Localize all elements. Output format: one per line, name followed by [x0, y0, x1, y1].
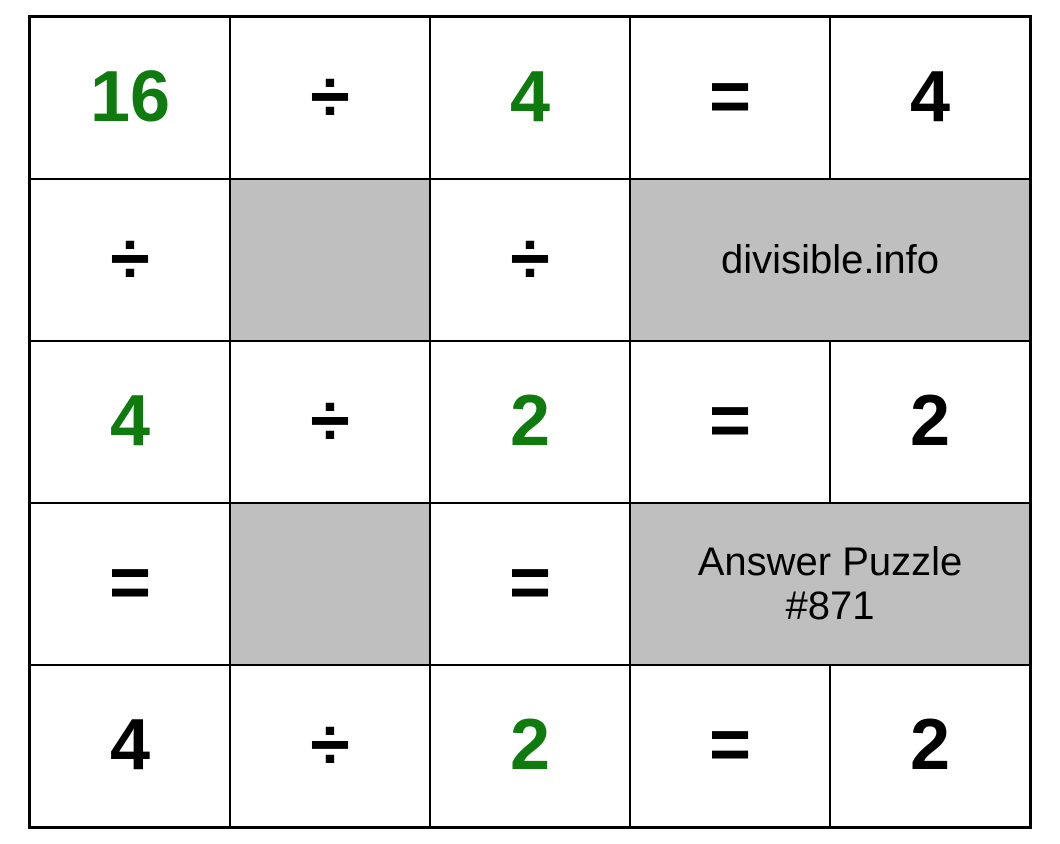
cell-r5c5: 2 — [831, 666, 1029, 826]
cell-r4c3-equals: = — [431, 504, 629, 664]
cell-r5c2-divide: ÷ — [231, 666, 429, 826]
cell-r5c1: 4 — [31, 666, 229, 826]
cell-r2c3-divide: ÷ — [431, 180, 629, 340]
cell-r2c2-blank — [231, 180, 429, 340]
cell-r3c5: 2 — [831, 342, 1029, 502]
cell-r3c3: 2 — [431, 342, 629, 502]
cell-r2-site-label: divisible.info — [631, 180, 1029, 340]
cell-r3c4-equals: = — [631, 342, 829, 502]
cell-r4c2-blank — [231, 504, 429, 664]
cell-r4-puzzle-label: Answer Puzzle #871 — [631, 504, 1029, 664]
cell-r1c1: 16 — [31, 18, 229, 178]
cell-r1c5: 4 — [831, 18, 1029, 178]
cell-r1c4-equals: = — [631, 18, 829, 178]
cell-r1c2-divide: ÷ — [231, 18, 429, 178]
cell-r4c1-equals: = — [31, 504, 229, 664]
cell-r5c4-equals: = — [631, 666, 829, 826]
cell-r5c3: 2 — [431, 666, 629, 826]
puzzle-grid: 16 ÷ 4 = 4 ÷ ÷ divisible.info 4 ÷ 2 = 2 … — [28, 15, 1032, 829]
cell-r2c1-divide: ÷ — [31, 180, 229, 340]
cell-r3c2-divide: ÷ — [231, 342, 429, 502]
cell-r1c3: 4 — [431, 18, 629, 178]
cell-r3c1: 4 — [31, 342, 229, 502]
